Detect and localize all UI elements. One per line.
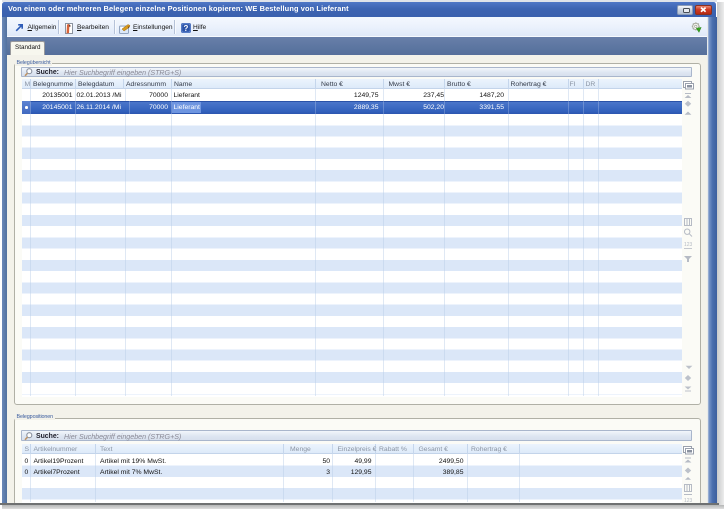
svg-text:123: 123 xyxy=(684,242,693,248)
svg-text:123: 123 xyxy=(684,498,693,502)
svg-text:?: ? xyxy=(183,24,188,33)
